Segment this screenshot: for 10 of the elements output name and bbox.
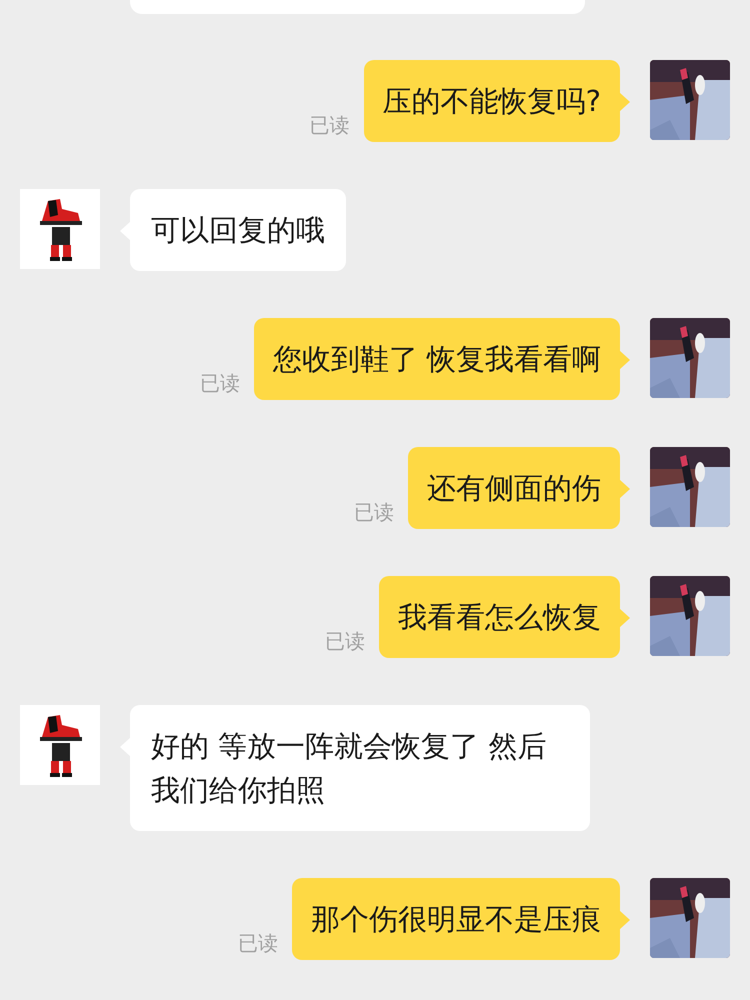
read-status: 已读 bbox=[310, 112, 350, 139]
read-status: 已读 bbox=[238, 930, 278, 957]
read-status: 已读 bbox=[325, 628, 365, 655]
read-status: 已读 bbox=[200, 370, 240, 397]
bubble-tail bbox=[619, 350, 630, 370]
read-status: 已读 bbox=[354, 499, 394, 526]
bubble-tail bbox=[619, 910, 630, 930]
bubble-tail bbox=[619, 608, 630, 628]
bubble-tail bbox=[619, 479, 630, 499]
bubble-tail bbox=[619, 92, 630, 112]
